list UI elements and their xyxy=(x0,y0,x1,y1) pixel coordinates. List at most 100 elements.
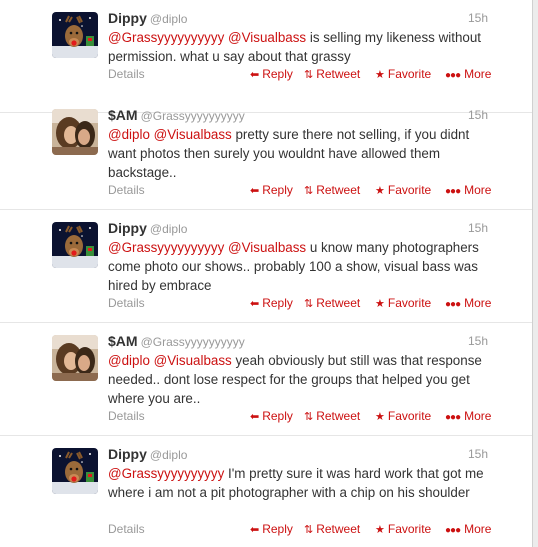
more-label: More xyxy=(464,522,492,536)
star-icon: ★ xyxy=(375,524,385,536)
reply-label: Reply xyxy=(262,522,293,536)
reply-arrow-icon: ⬅︎ xyxy=(250,69,260,81)
display-name[interactable]: Dippy xyxy=(108,10,147,26)
username[interactable]: @Grassyyyyyyyyyy xyxy=(141,109,245,123)
retweet-icon: ⇅ xyxy=(304,298,314,310)
timestamp[interactable]: 15h xyxy=(452,11,488,25)
tweet-actions: Details ⬅︎ Reply ⇅ Retweet ★ Favorite ●●● Mo… xyxy=(108,409,493,425)
tweet-actions: Details ⬅︎ Reply ⇅ Retweet ★ Favorite ●●● Mo… xyxy=(108,67,493,83)
details-link[interactable]: Details xyxy=(108,67,145,81)
username[interactable]: @diplo xyxy=(150,12,188,26)
more-button[interactable]: ●●● More xyxy=(445,522,491,536)
tweet-text: @Grassyyyyyyyyyy I'm pretty sure it was … xyxy=(108,464,498,502)
reply-arrow-icon: ⬅︎ xyxy=(250,185,260,197)
mention-link[interactable]: @Grassyyyyyyyyyy xyxy=(108,466,224,481)
more-label: More xyxy=(464,409,492,423)
timestamp[interactable]: 15h xyxy=(452,334,488,348)
retweet-label: Retweet xyxy=(316,522,361,536)
favorite-label: Favorite xyxy=(387,409,432,423)
reply-button[interactable]: ⬅︎ Reply xyxy=(250,409,293,423)
timestamp[interactable]: 15h xyxy=(452,447,488,461)
retweet-icon: ⇅ xyxy=(304,185,314,197)
mention-link[interactable]: @diplo xyxy=(108,127,150,142)
reply-button[interactable]: ⬅︎ Reply xyxy=(250,183,293,197)
username[interactable]: @diplo xyxy=(150,222,188,236)
more-button[interactable]: ●●● More xyxy=(445,67,491,81)
retweet-button[interactable]: ⇅ Retweet xyxy=(304,183,360,197)
favorite-button[interactable]: ★ Favorite xyxy=(375,183,431,197)
retweet-label: Retweet xyxy=(316,67,361,81)
mention-link[interactable]: @Grassyyyyyyyyyy xyxy=(108,240,224,255)
reply-label: Reply xyxy=(262,409,293,423)
reply-label: Reply xyxy=(262,67,293,81)
tweet-header: $AM @Grassyyyyyyyyyy xyxy=(108,333,493,351)
reply-button[interactable]: ⬅︎ Reply xyxy=(250,296,293,310)
more-dots-icon: ●●● xyxy=(445,186,461,197)
favorite-button[interactable]: ★ Favorite xyxy=(375,67,431,81)
more-button[interactable]: ●●● More xyxy=(445,183,491,197)
reindeer-avatar[interactable] xyxy=(52,448,98,494)
reply-arrow-icon: ⬅︎ xyxy=(250,411,260,423)
favorite-button[interactable]: ★ Favorite xyxy=(375,296,431,310)
tweet-header: $AM @Grassyyyyyyyyyy xyxy=(108,107,493,125)
tweet-header: Dippy @diplo xyxy=(108,10,493,28)
reply-button[interactable]: ⬅︎ Reply xyxy=(250,522,293,536)
reply-label: Reply xyxy=(262,296,293,310)
tweet-header: Dippy @diplo xyxy=(108,446,493,464)
tweet-text: @Grassyyyyyyyyyy @Visualbass u know many… xyxy=(108,238,498,295)
tweet-item[interactable]: $AM @Grassyyyyyyyyyy 15h @diplo @Visualba… xyxy=(0,97,532,210)
reply-label: Reply xyxy=(262,183,293,197)
star-icon: ★ xyxy=(375,185,385,197)
tweet-item[interactable]: Dippy @diplo 15h @Grassyyyyyyyyyy I'm pre… xyxy=(0,436,532,547)
timestamp[interactable]: 15h xyxy=(452,221,488,235)
tweet-actions: Details ⬅︎ Reply ⇅ Retweet ★ Favorite ●●● Mo… xyxy=(108,296,493,312)
scrollbar-track[interactable] xyxy=(533,0,538,547)
favorite-button[interactable]: ★ Favorite xyxy=(375,522,431,536)
retweet-button[interactable]: ⇅ Retweet xyxy=(304,409,360,423)
more-label: More xyxy=(464,183,492,197)
more-button[interactable]: ●●● More xyxy=(445,409,491,423)
display-name[interactable]: Dippy xyxy=(108,446,147,462)
tweet-actions: Details ⬅︎ Reply ⇅ Retweet ★ Favorite ●●● Mo… xyxy=(108,522,493,538)
tweet-item[interactable]: Dippy @diplo 15h @Grassyyyyyyyyyy @Visual… xyxy=(0,210,532,323)
mention-link[interactable]: @diplo xyxy=(108,353,150,368)
mention-link[interactable]: @Grassyyyyyyyyyy xyxy=(108,30,224,45)
retweet-button[interactable]: ⇅ Retweet xyxy=(304,296,360,310)
tweet-actions: Details ⬅︎ Reply ⇅ Retweet ★ Favorite ●●● Mo… xyxy=(108,183,493,199)
details-link[interactable]: Details xyxy=(108,183,145,197)
username[interactable]: @diplo xyxy=(150,448,188,462)
details-link[interactable]: Details xyxy=(108,522,145,536)
retweet-icon: ⇅ xyxy=(304,411,314,423)
timestamp[interactable]: 15h xyxy=(452,108,488,122)
reindeer-avatar[interactable] xyxy=(52,222,98,268)
details-link[interactable]: Details xyxy=(108,296,145,310)
display-name[interactable]: $AM xyxy=(108,333,138,349)
favorite-button[interactable]: ★ Favorite xyxy=(375,409,431,423)
retweet-button[interactable]: ⇅ Retweet xyxy=(304,67,360,81)
display-name[interactable]: Dippy xyxy=(108,220,147,236)
more-label: More xyxy=(464,296,492,310)
more-dots-icon: ●●● xyxy=(445,525,461,536)
display-name[interactable]: $AM xyxy=(108,107,138,123)
mention-link[interactable]: @Visualbass xyxy=(154,353,232,368)
mention-link[interactable]: @Visualbass xyxy=(228,30,306,45)
reply-button[interactable]: ⬅︎ Reply xyxy=(250,67,293,81)
username[interactable]: @Grassyyyyyyyyyy xyxy=(141,335,245,349)
reply-arrow-icon: ⬅︎ xyxy=(250,298,260,310)
details-link[interactable]: Details xyxy=(108,409,145,423)
mention-link[interactable]: @Visualbass xyxy=(154,127,232,142)
retweet-icon: ⇅ xyxy=(304,524,314,536)
tweet-item[interactable]: $AM @Grassyyyyyyyyyy 15h @diplo @Visualba… xyxy=(0,323,532,436)
retweet-button[interactable]: ⇅ Retweet xyxy=(304,522,360,536)
photo-avatar[interactable] xyxy=(52,109,98,155)
retweet-icon: ⇅ xyxy=(304,69,314,81)
retweet-label: Retweet xyxy=(316,409,361,423)
more-button[interactable]: ●●● More xyxy=(445,296,491,310)
more-dots-icon: ●●● xyxy=(445,299,461,310)
more-label: More xyxy=(464,67,492,81)
reindeer-avatar[interactable] xyxy=(52,12,98,58)
tweet-text: @diplo @Visualbass yeah obviously but st… xyxy=(108,351,498,408)
photo-avatar[interactable] xyxy=(52,335,98,381)
mention-link[interactable]: @Visualbass xyxy=(228,240,306,255)
retweet-label: Retweet xyxy=(316,296,361,310)
